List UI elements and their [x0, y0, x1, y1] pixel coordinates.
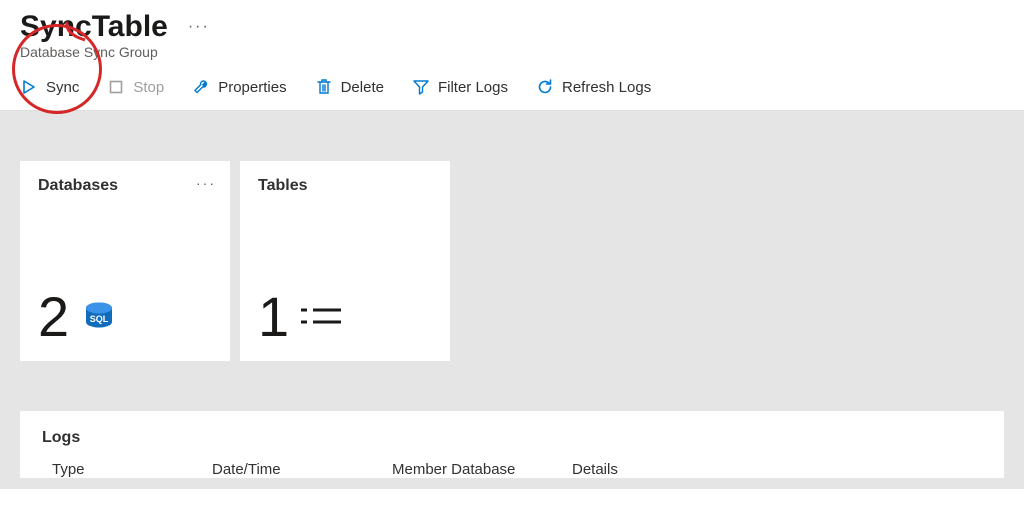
delete-button[interactable]: Delete — [315, 78, 384, 96]
refresh-logs-button[interactable]: Refresh Logs — [536, 78, 651, 96]
databases-card[interactable]: Databases ··· 2 SQL — [20, 161, 230, 361]
svg-text:SQL: SQL — [90, 314, 109, 324]
page-subtitle: Database Sync Group — [20, 44, 1004, 60]
sync-label: Sync — [46, 79, 79, 96]
main-area: Databases ··· 2 SQL Tables 1 — [0, 111, 1024, 489]
logs-col-type[interactable]: Type — [42, 461, 212, 478]
filter-logs-label: Filter Logs — [438, 79, 508, 96]
table-rows-icon — [301, 302, 345, 332]
delete-label: Delete — [341, 79, 384, 96]
funnel-icon — [412, 78, 430, 96]
logs-table-header: Type Date/Time Member Database Details — [42, 461, 982, 478]
page-title-more-button[interactable]: ··· — [188, 18, 210, 36]
toolbar: Sync Stop Properties Delete Filter Logs … — [0, 60, 1024, 111]
logs-title: Logs — [42, 429, 982, 447]
stop-icon — [107, 78, 125, 96]
properties-button[interactable]: Properties — [192, 78, 286, 96]
tables-card[interactable]: Tables 1 — [240, 161, 450, 361]
trash-icon — [315, 78, 333, 96]
databases-card-title: Databases — [38, 177, 212, 195]
sync-button[interactable]: Sync — [20, 78, 79, 96]
logs-panel: Logs Type Date/Time Member Database Deta… — [20, 411, 1004, 478]
databases-card-more-button[interactable]: ··· — [196, 175, 216, 191]
stop-button: Stop — [107, 78, 164, 96]
databases-card-value: 2 — [38, 289, 69, 345]
properties-label: Properties — [218, 79, 286, 96]
page-title: SyncTable — [20, 10, 168, 44]
tables-card-title: Tables — [258, 177, 432, 195]
logs-col-details[interactable]: Details — [572, 461, 982, 478]
play-icon — [20, 78, 38, 96]
wrench-icon — [192, 78, 210, 96]
logs-col-member[interactable]: Member Database — [392, 461, 572, 478]
tables-card-value: 1 — [258, 289, 289, 345]
stop-label: Stop — [133, 79, 164, 96]
filter-logs-button[interactable]: Filter Logs — [412, 78, 508, 96]
logs-col-datetime[interactable]: Date/Time — [212, 461, 392, 478]
sql-database-icon: SQL — [81, 299, 117, 335]
refresh-logs-label: Refresh Logs — [562, 79, 651, 96]
refresh-icon — [536, 78, 554, 96]
